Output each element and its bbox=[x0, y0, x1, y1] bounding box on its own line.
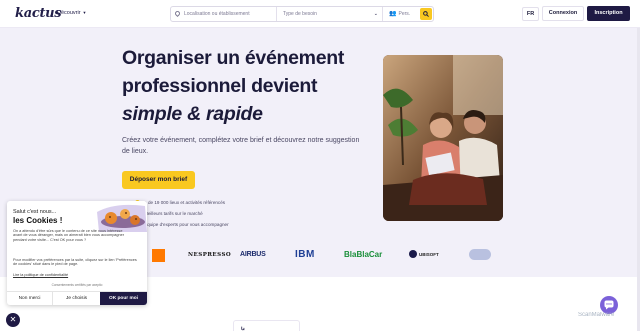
language-selector[interactable]: FR bbox=[522, 7, 539, 21]
signup-button[interactable]: Inscription bbox=[587, 6, 630, 21]
people-placeholder: Pers. bbox=[398, 11, 411, 17]
cookie-preferences-note: Pour modifier vos préférences par la sui… bbox=[13, 258, 137, 267]
ubisoft-logo: UBISOFT bbox=[409, 247, 439, 263]
close-icon: ✕ bbox=[9, 315, 17, 324]
orange-logo bbox=[152, 249, 165, 262]
cookie-buttons: Non merci Je choisis OK pour moi bbox=[7, 291, 147, 305]
client-logo-badge bbox=[469, 249, 491, 260]
consent-certified-note: Consentements certifiés par axeptio bbox=[51, 283, 103, 287]
search-button[interactable] bbox=[420, 8, 432, 20]
login-button[interactable]: Connexion bbox=[542, 6, 584, 21]
cookie-title: les Cookies ! bbox=[13, 216, 63, 225]
location-pin-icon bbox=[173, 9, 182, 18]
scanmalware-watermark: ScanMalware bbox=[578, 312, 615, 318]
ubisoft-swirl-icon bbox=[409, 250, 417, 258]
submit-brief-button[interactable]: Déposer mon brief bbox=[122, 171, 195, 189]
people-input[interactable]: 👥 Pers. bbox=[389, 7, 417, 21]
search-icon bbox=[423, 11, 429, 17]
hero-photo bbox=[383, 55, 503, 221]
chat-bubble-icon bbox=[604, 300, 614, 310]
accept-cookies-button[interactable]: OK pour moi bbox=[100, 292, 147, 305]
discover-menu[interactable]: Découvrir ▼ bbox=[57, 10, 87, 16]
benefit-text: + de 19 000 lieux et activités référencé… bbox=[144, 200, 226, 205]
cookie-description: On a attendu d'être sûrs que le contenu … bbox=[13, 229, 125, 242]
chevron-down-icon: ⌄ bbox=[373, 11, 378, 17]
chevron-down-icon: ▼ bbox=[82, 10, 87, 15]
cookie-settings-button[interactable]: ✕ bbox=[6, 313, 20, 327]
kactus-mark-icon: ꭎ bbox=[241, 326, 245, 331]
hero-photo-illustration bbox=[383, 55, 503, 221]
hero-title-line2: professionnel devient bbox=[122, 75, 318, 97]
discover-label: Découvrir bbox=[57, 10, 81, 16]
search-bar: Localisation ou établissement Type de be… bbox=[170, 6, 434, 22]
location-input[interactable]: Localisation ou établissement bbox=[173, 7, 277, 21]
cookie-illustration bbox=[97, 204, 147, 232]
airbus-logo: AIRBUS bbox=[240, 251, 266, 258]
cookie-greeting: Salut c'est nous... bbox=[13, 209, 57, 215]
blablacar-logo: BlaBlaCar bbox=[344, 250, 383, 259]
hero-benefits-list: + de 19 000 lieux et activités référencé… bbox=[135, 197, 229, 230]
top-navbar: kactus Découvrir ▼ Localisation ou établi… bbox=[0, 0, 640, 28]
people-icon: 👥 bbox=[389, 11, 397, 17]
hero-title: Organiser un événement professionnel dev… bbox=[122, 44, 362, 128]
benefit-item: Meilleurs tarifs sur le marché bbox=[135, 208, 229, 219]
location-placeholder: Localisation ou établissement bbox=[184, 11, 250, 17]
refuse-cookies-button[interactable]: Non merci bbox=[7, 292, 53, 305]
client-logos: NESPRESSO AIRBUS IBM BlaBlaCar UBISOFT bbox=[150, 247, 500, 263]
hero-subtitle: Créez votre événement, complétez votre b… bbox=[122, 137, 360, 155]
ibm-logo: IBM bbox=[295, 249, 315, 260]
benefit-text: Équipe d'experts pour vous accompagner bbox=[144, 222, 229, 227]
nespresso-logo: NESPRESSO bbox=[188, 252, 232, 258]
need-type-placeholder: Type de besoin bbox=[283, 11, 317, 17]
choose-cookies-button[interactable]: Je choisis bbox=[53, 292, 100, 305]
feature-card: ꭎ bbox=[233, 320, 300, 331]
privacy-policy-link[interactable]: Lire la politique de confidentialité bbox=[13, 273, 68, 277]
benefit-item: + de 19 000 lieux et activités référencé… bbox=[135, 197, 229, 208]
benefit-item: Équipe d'experts pour vous accompagner bbox=[135, 219, 229, 230]
cookie-consent-popup: Salut c'est nous... les Cookies ! On a a… bbox=[7, 201, 147, 305]
kactus-logo[interactable]: kactus bbox=[15, 6, 62, 21]
hero-title-emphasis: simple & rapide bbox=[122, 103, 263, 125]
need-type-select[interactable]: Type de besoin ⌄ bbox=[283, 7, 383, 21]
hero-title-line1: Organiser un événement bbox=[122, 47, 345, 69]
benefit-text: Meilleurs tarifs sur le marché bbox=[144, 211, 203, 216]
ubisoft-wordmark: UBISOFT bbox=[419, 252, 439, 257]
